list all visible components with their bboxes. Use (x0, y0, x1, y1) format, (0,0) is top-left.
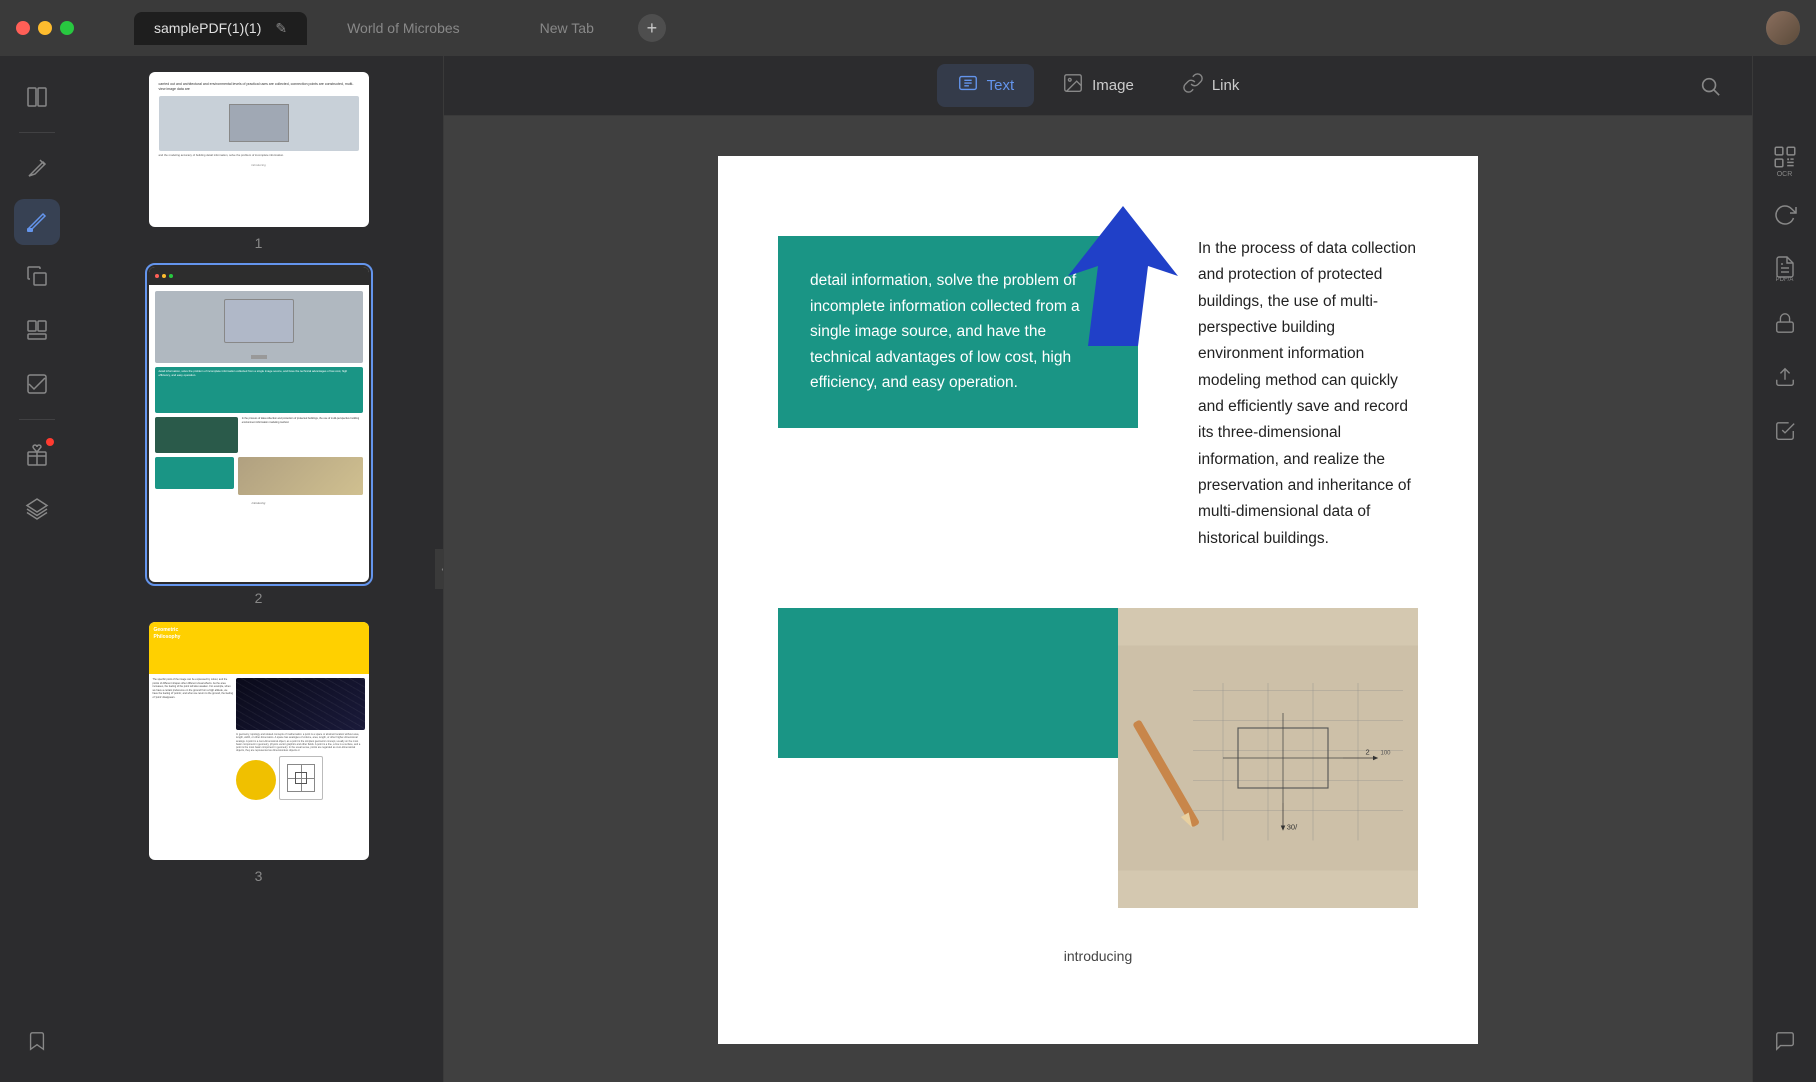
thumbnail-page-2[interactable]: detail information, solve the problem of… (149, 267, 369, 606)
teal-paragraph: detail information, solve the problem of… (810, 268, 1106, 396)
teal-content-block: detail information, solve the problem of… (778, 236, 1138, 428)
svg-text:2: 2 (1366, 747, 1370, 756)
avatar[interactable] (1766, 11, 1800, 45)
tool-text-button[interactable]: Text (937, 64, 1035, 107)
tool-link-button[interactable]: Link (1162, 64, 1260, 107)
sidebar-item-forms[interactable] (14, 361, 60, 407)
lock-button[interactable] (1762, 300, 1808, 346)
sidebar-item-layers[interactable] (14, 486, 60, 532)
minimize-button[interactable] (38, 21, 52, 35)
thumbnail-page-2-label: 2 (255, 590, 263, 606)
left-sidebar (0, 56, 74, 1082)
thumbnail-page-1-label: 1 (255, 235, 263, 251)
titlebar: samplePDF(1)(1) ✎ World of Microbes New … (0, 0, 1816, 56)
search-button[interactable] (1692, 68, 1728, 104)
sidebar-divider-2 (19, 419, 55, 420)
link-tool-label: Link (1212, 77, 1240, 94)
text-tool-label: Text (987, 77, 1015, 94)
comment-button[interactable] (1762, 1018, 1808, 1064)
thumbnail-page-1[interactable]: carried out and architectural and enviro… (149, 72, 369, 251)
content-area: Text Image (444, 56, 1752, 1082)
share-button[interactable] (1762, 354, 1808, 400)
close-button[interactable] (16, 21, 30, 35)
traffic-lights (16, 21, 74, 35)
introducing-label: introducing (778, 948, 1418, 964)
sidebar-item-reader[interactable] (14, 74, 60, 120)
tab-world-of-microbes[interactable]: World of Microbes (307, 12, 500, 44)
refresh-button[interactable] (1762, 192, 1808, 238)
link-tool-icon (1182, 72, 1204, 99)
svg-text:30/: 30/ (1287, 822, 1298, 831)
image-tool-icon (1062, 72, 1084, 99)
new-tab-button[interactable]: + (638, 14, 666, 42)
edit-icon[interactable]: ✎ (275, 20, 287, 37)
sidebar-item-bookmark[interactable] (14, 1018, 60, 1064)
tool-image-button[interactable]: Image (1042, 64, 1154, 107)
right-text-block: In the process of data collection and pr… (1138, 236, 1418, 552)
blueprint-image: 2 100 30/ (1118, 608, 1418, 908)
pdf-view[interactable]: detail information, solve the problem of… (444, 116, 1752, 1082)
image-tool-label: Image (1092, 77, 1134, 94)
ocr-button[interactable]: OCR (1762, 138, 1808, 184)
sidebar-item-edit[interactable] (14, 199, 60, 245)
sidebar-item-copy[interactable] (14, 253, 60, 299)
pdfa-button[interactable]: PDF/A (1762, 246, 1808, 292)
text-tool-icon (957, 72, 979, 99)
svg-text:100: 100 (1381, 750, 1392, 756)
thumbnail-page-3-label: 3 (255, 868, 263, 884)
thumbnail-page-3[interactable]: GeometricPhilosophy The specific point o… (149, 622, 369, 884)
sidebar-item-organize[interactable] (14, 307, 60, 353)
sidebar-item-gift[interactable] (14, 432, 60, 478)
main-container: carried out and architectural and enviro… (0, 56, 1816, 1082)
pdf-page-2: detail information, solve the problem of… (718, 156, 1478, 1044)
collapse-panel-handle[interactable]: ‹ (435, 549, 444, 589)
maximize-button[interactable] (60, 21, 74, 35)
tab-active-label: samplePDF(1)(1) (154, 20, 261, 36)
right-sidebar: OCR PDF/A (1752, 56, 1816, 1082)
thumbnail-panel: carried out and architectural and enviro… (74, 56, 444, 1082)
tab-active[interactable]: samplePDF(1)(1) ✎ (134, 12, 307, 45)
toolbar: Text Image (444, 56, 1752, 116)
check-button[interactable] (1762, 408, 1808, 454)
sidebar-divider-1 (19, 132, 55, 133)
blueprint-image-container: 2 100 30/ (1118, 608, 1418, 908)
tab-new-tab[interactable]: New Tab (500, 12, 634, 44)
teal-block-bottom (778, 608, 1118, 758)
right-paragraph: In the process of data collection and pr… (1198, 236, 1418, 552)
sidebar-item-annotate[interactable] (14, 145, 60, 191)
